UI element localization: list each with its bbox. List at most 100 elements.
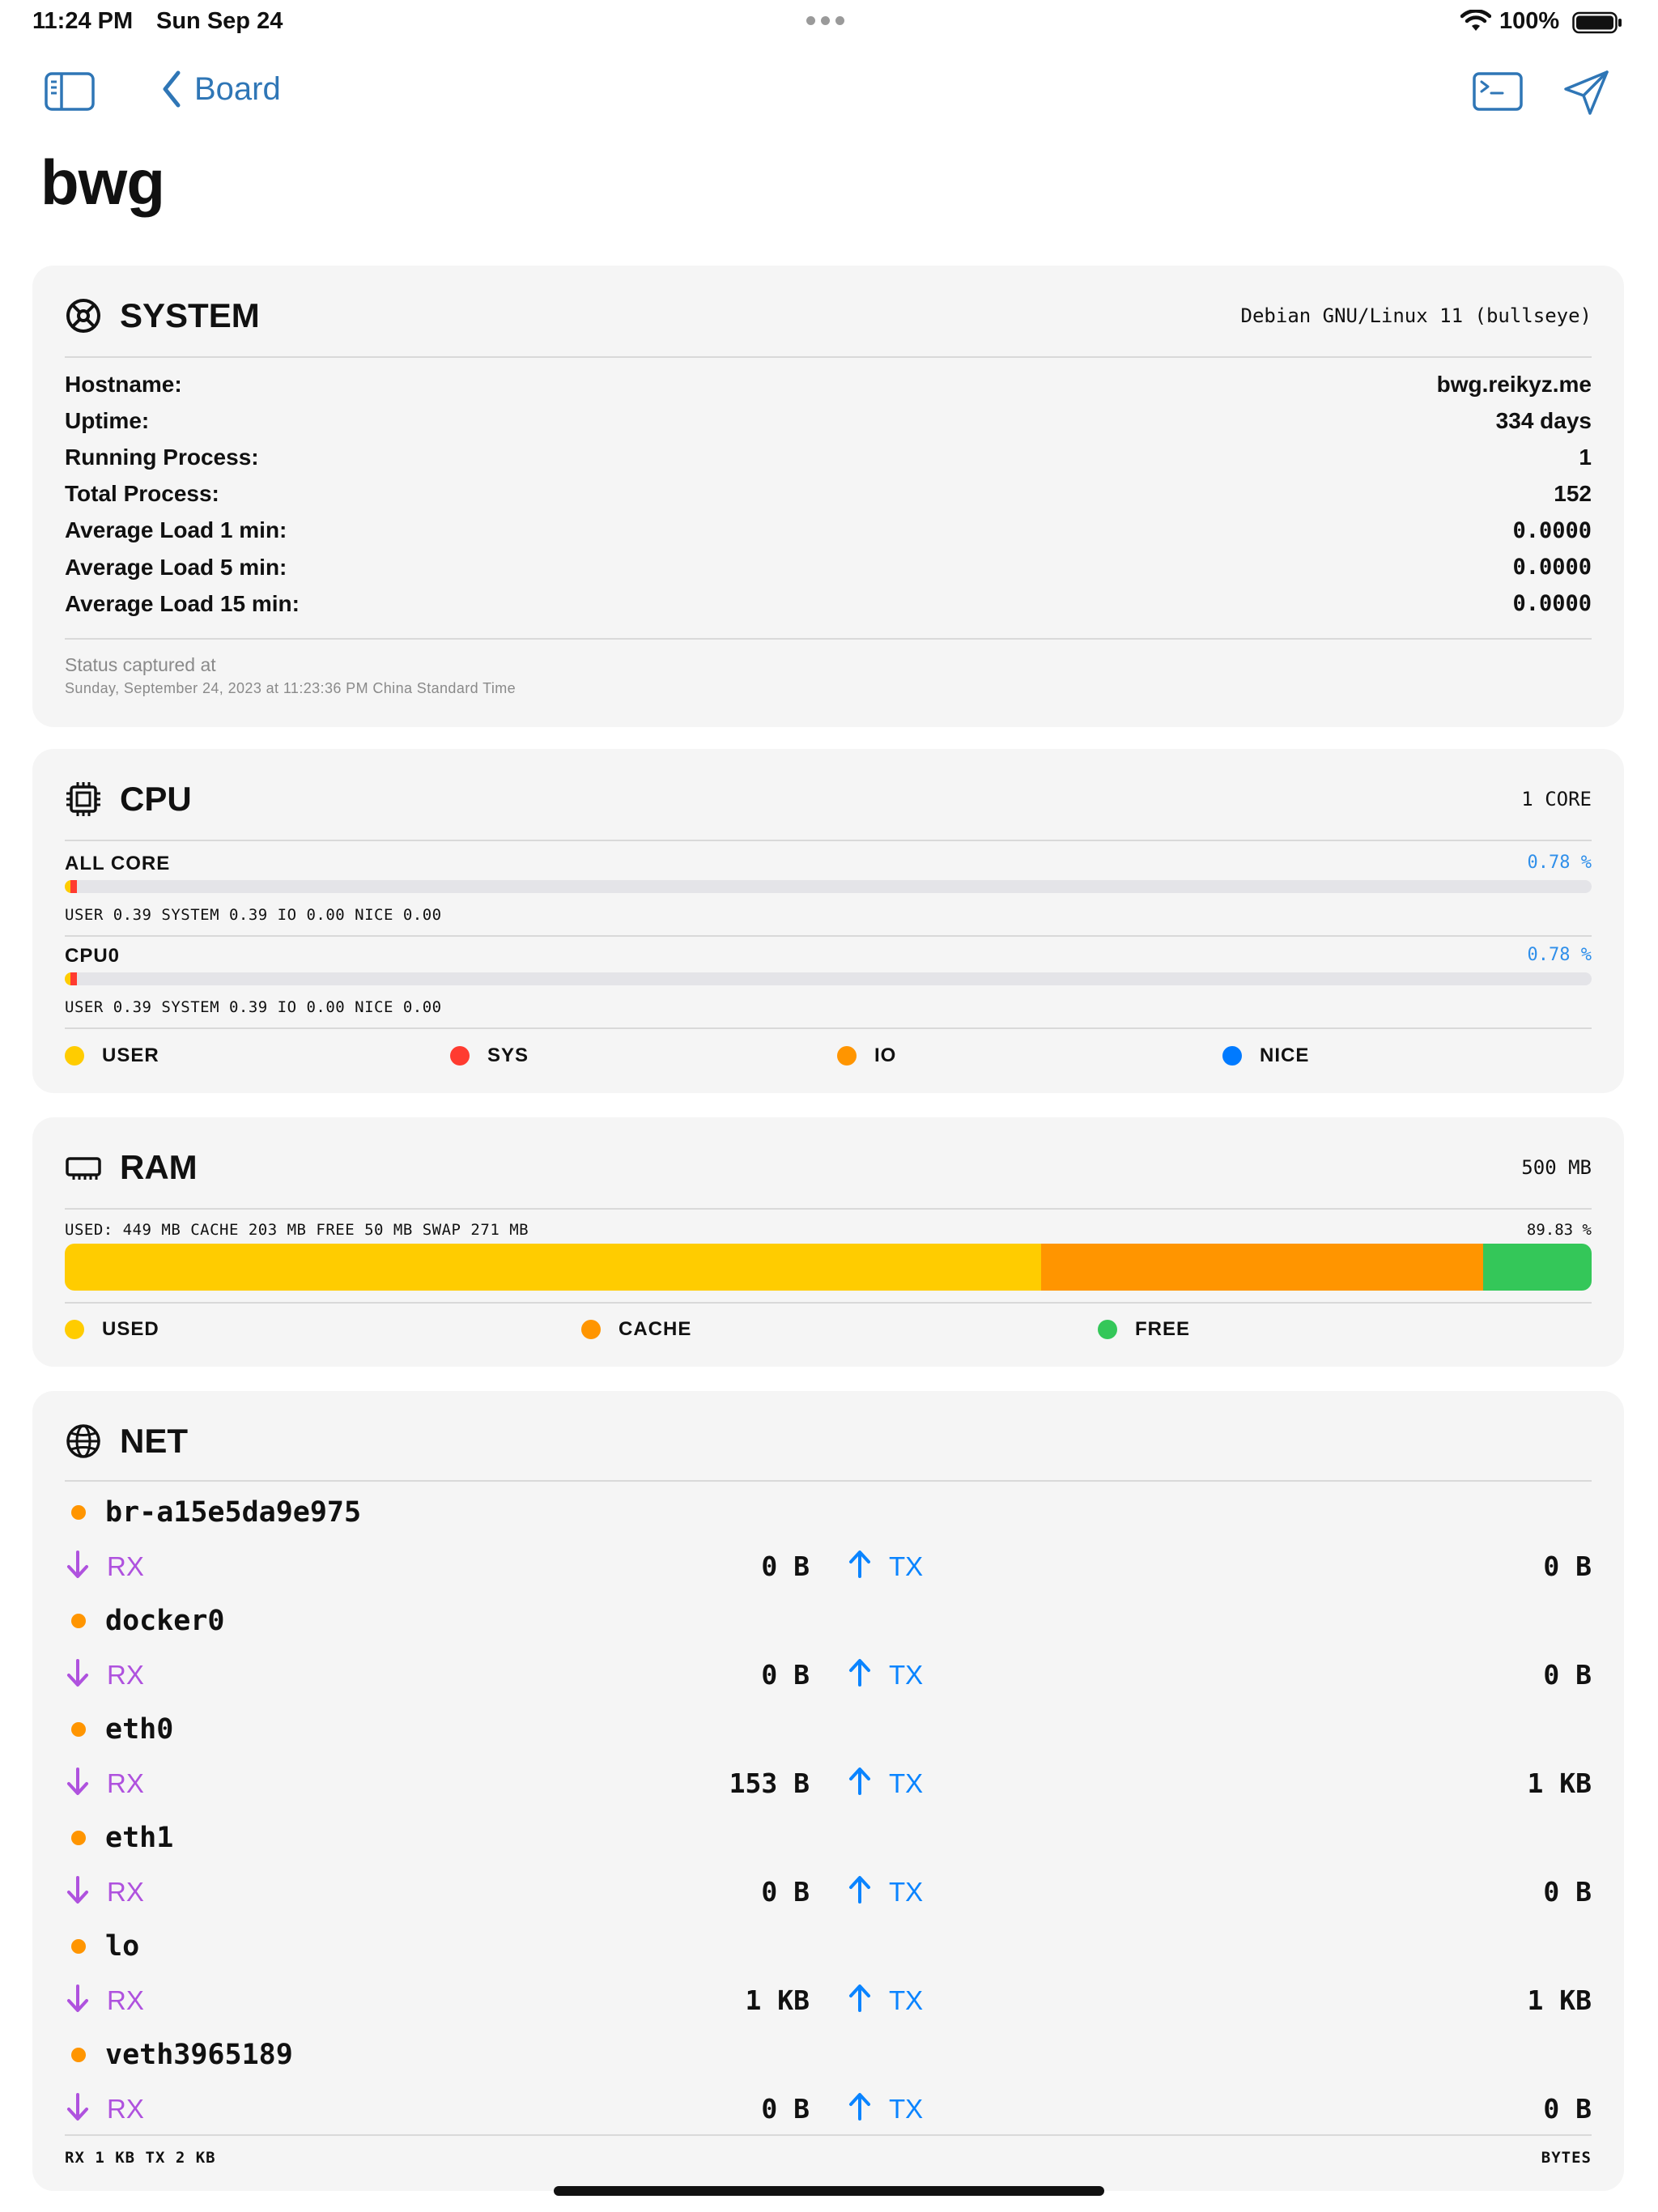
chevron-left-icon: [163, 70, 181, 108]
net-interface-list: br-a15e5da9e975 RX 0 B TX 0 B docker0 RX 0 B TX 0…: [65, 1485, 1592, 2136]
divider: [65, 1027, 1592, 1029]
rx-group: RX: [65, 1648, 144, 1702]
arrow-up-icon: [847, 2092, 889, 2125]
system-info-label: Average Load 5 min:: [65, 554, 287, 580]
legend-used: USED: [65, 1313, 159, 1346]
tx-value: 0 B: [1543, 2093, 1592, 2125]
ram-total: 500 MB: [1521, 1156, 1592, 1179]
battery-icon: [1572, 11, 1622, 34]
ram-cache-segment: [1041, 1244, 1483, 1291]
rx-value: 0 B: [761, 2093, 810, 2125]
system-info-label: Hostname:: [65, 371, 182, 397]
ram-title: RAM: [120, 1148, 198, 1186]
net-interface-row: eth0: [65, 1702, 1592, 1756]
net-traffic-row: RX 0 B TX 0 B: [65, 1539, 1592, 1593]
system-info-value: 0.0000: [1512, 591, 1592, 617]
legend-dot: [65, 1320, 84, 1339]
legend-label: USED: [102, 1318, 159, 1340]
system-info-row: Average Load 1 min: 0.0000: [65, 513, 1592, 549]
tx-group: TX: [847, 1865, 923, 1919]
wifi-icon: [1460, 10, 1491, 31]
interface-status-dot: [71, 2047, 86, 2062]
legend-dot: [837, 1046, 857, 1066]
tx-label: TX: [889, 2093, 924, 2124]
interface-status-dot: [71, 1938, 86, 1954]
ram-legend: USED CACHE FREE: [65, 1313, 1592, 1346]
system-info-value: bwg.reikyz.me: [1436, 371, 1592, 397]
cpu-label: ALL CORE: [65, 853, 171, 874]
net-traffic-row: RX 0 B TX 0 B: [65, 1865, 1592, 1919]
legend-sys: SYS: [450, 1040, 529, 1072]
system-icon: [66, 299, 100, 333]
rx-value: 1 KB: [745, 1984, 810, 2016]
rx-label: RX: [107, 1767, 144, 1798]
memory-chip-icon: [66, 1157, 101, 1180]
cpu-label: CPU0: [65, 945, 121, 967]
sidebar-toggle-icon[interactable]: [44, 71, 96, 112]
legend-label: IO: [874, 1044, 897, 1066]
arrow-up-icon: [847, 1767, 889, 1800]
net-card: NET br-a15e5da9e975 RX 0 B TX 0 B docker0 RX 0 …: [32, 1391, 1624, 2191]
cpu-sys-segment: [70, 880, 77, 893]
system-info-value: 152: [1554, 481, 1592, 507]
ram-used-segment: [65, 1244, 1042, 1291]
arrow-down-icon: [65, 1984, 107, 2017]
arrow-down-icon: [65, 2092, 107, 2125]
arrow-up-icon: [847, 1658, 889, 1691]
tx-label: TX: [889, 1767, 924, 1798]
back-button-label: Board: [194, 70, 281, 107]
system-info-row: Uptime: 334 days: [65, 402, 1592, 439]
arrow-up-icon: [847, 1550, 889, 1583]
tx-value: 0 B: [1543, 1876, 1592, 1908]
rx-label: RX: [107, 2093, 144, 2124]
tx-group: TX: [847, 2082, 923, 2136]
cpu-user-segment: [65, 972, 71, 985]
interface-status-dot: [71, 1830, 86, 1845]
net-traffic-row: RX 0 B TX 0 B: [65, 1648, 1592, 1702]
cpu-percent: 0.78 %: [1527, 945, 1592, 965]
arrow-down-icon: [65, 1550, 107, 1583]
rx-group: RX: [65, 1756, 144, 1810]
legend-cache: CACHE: [581, 1313, 691, 1346]
send-icon[interactable]: [1562, 68, 1611, 117]
net-interface-row: br-a15e5da9e975: [65, 1485, 1592, 1539]
home-indicator[interactable]: [554, 2186, 1104, 2196]
page-title: bwg: [40, 147, 165, 218]
multitasking-dots-icon[interactable]: [806, 16, 844, 25]
arrow-up-icon: [847, 1875, 889, 1908]
legend-free: FREE: [1098, 1313, 1190, 1346]
terminal-icon[interactable]: [1472, 71, 1524, 112]
system-info-list: Hostname: bwg.reikyz.me Uptime: 334 days Run…: [65, 366, 1592, 622]
system-info-row: Average Load 5 min: 0.0000: [65, 549, 1592, 585]
net-traffic-row: RX 1 KB TX 1 KB: [65, 1973, 1592, 2027]
interface-name: eth1: [105, 1821, 174, 1854]
rx-value: 0 B: [761, 1659, 810, 1691]
status-time: 11:24 PM: [32, 8, 134, 34]
back-button[interactable]: Board: [160, 70, 281, 108]
rx-group: RX: [65, 1865, 144, 1919]
rx-value: 0 B: [761, 1551, 810, 1582]
net-traffic-row: RX 153 B TX 1 KB: [65, 1756, 1592, 1810]
tx-value: 0 B: [1543, 1551, 1592, 1582]
tx-label: TX: [889, 1659, 924, 1690]
ram-card: RAM 500 MB USED: 449 MB CACHE 203 MB FRE…: [32, 1117, 1624, 1367]
system-info-row: Total Process: 152: [65, 476, 1592, 513]
rx-label: RX: [107, 1984, 144, 2015]
ram-percent: 89.83 %: [1526, 1221, 1592, 1239]
battery-percent: 100%: [1499, 8, 1560, 34]
rx-group: RX: [65, 1973, 144, 2027]
system-info-label: Uptime:: [65, 407, 150, 433]
net-card-header: NET: [65, 1409, 1592, 1474]
captured-label: Status captured at: [65, 654, 216, 675]
interface-name: docker0: [105, 1604, 225, 1637]
cpu-title: CPU: [120, 780, 192, 818]
system-info-row: Running Process: 1: [65, 439, 1592, 475]
legend-label: NICE: [1260, 1044, 1310, 1066]
os-name: Debian GNU/Linux 11 (bullseye): [1240, 304, 1592, 327]
status-date: Sun Sep 24: [156, 8, 283, 34]
legend-io: IO: [837, 1040, 896, 1072]
interface-status-dot: [71, 1504, 86, 1520]
tx-label: TX: [889, 1551, 924, 1581]
system-info-value: 334 days: [1495, 407, 1592, 433]
system-info-row: Average Load 15 min: 0.0000: [65, 585, 1592, 622]
